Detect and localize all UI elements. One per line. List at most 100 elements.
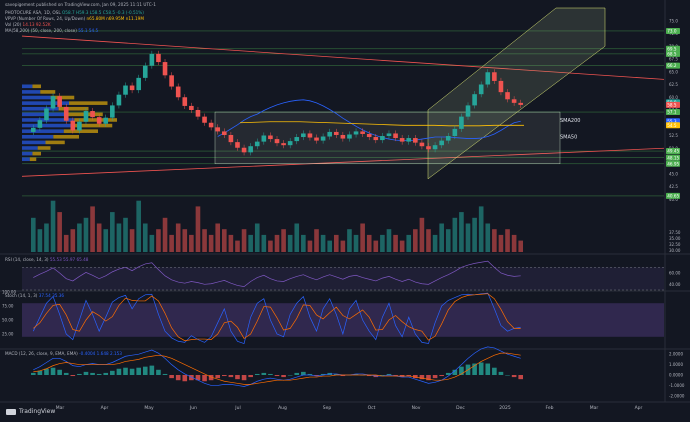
volume-bar (235, 240, 240, 252)
rsi-legend: RSI (14, close, 14, 3) 55.53 55.97 65.48 (5, 257, 88, 262)
macd-histogram-bar (202, 375, 207, 382)
macd-histogram-bar (241, 375, 247, 381)
candle-body (215, 127, 221, 132)
candle-body (314, 137, 319, 141)
candle-body (393, 133, 398, 139)
candle-body (485, 72, 491, 85)
volume-bar (518, 240, 524, 252)
volume-bar (472, 217, 477, 252)
volume-bar (498, 234, 504, 252)
macd-histogram-bar (149, 365, 155, 375)
macd-histogram-bar (235, 375, 240, 380)
candle-body (149, 53, 155, 66)
candle-body (426, 146, 431, 150)
candle-body (248, 146, 253, 153)
stoch-values: 37.54 35.36 (38, 293, 65, 298)
volume-bar (413, 229, 418, 252)
annotation-sma50: SMA50 (560, 135, 577, 141)
macd-histogram-bar (123, 367, 128, 375)
candle-body (366, 133, 372, 138)
candle-body (439, 140, 444, 146)
x-axis-label: May (144, 405, 154, 411)
volume-bar (426, 229, 431, 252)
candle-body (452, 128, 458, 137)
x-axis-label: 2025 (499, 405, 511, 411)
x-axis-label: Jul (234, 405, 240, 411)
macd-histogram-bar (301, 371, 306, 375)
price-tag-label: 46.95 (667, 161, 679, 166)
ma-legend: MA(58,200) (50, close, 200, close) 55.1 … (5, 28, 98, 33)
price-tag-label: 66.2 (667, 63, 677, 68)
symbol-legend: PHOTOCURE ASA, 1D, OSL O58.7 H59.3 L58.5… (5, 10, 144, 15)
annotation-sma200: SMA200 (560, 118, 580, 124)
x-axis-label: Mar (590, 405, 599, 411)
rsi-band (22, 267, 664, 290)
volume-bar (465, 223, 471, 252)
macd-tick-label: 0.0000 (669, 373, 683, 378)
vpvr-legend: VPVP (Number Of Rows, 24, Up/Down) n65.8… (5, 16, 144, 21)
rsi-name: RSI (14, close, 14, 3) (5, 257, 49, 262)
macd-tick-label: 1.0000 (669, 362, 683, 367)
macd-histogram-bar (281, 375, 286, 378)
candle-body (287, 141, 293, 146)
volume-bar (129, 229, 135, 252)
volume-bar (432, 234, 438, 252)
volume-bar (459, 212, 464, 252)
volume-bar (399, 240, 405, 252)
volume-bar (83, 217, 89, 252)
candle-body (50, 96, 56, 109)
volume-bar (96, 223, 102, 252)
candle-body (281, 143, 286, 146)
macd-values: -0.4004 1.648 2.153 (79, 351, 122, 356)
price-tick-label: 62.5 (669, 82, 678, 87)
macd-histogram-bar (156, 369, 161, 375)
price-tick-label: 45.0 (669, 171, 678, 176)
macd-histogram-bar (83, 371, 89, 375)
volume-bar (195, 206, 201, 252)
chart-canvas: SMA200SMA5040.042.545.047.550.052.555.05… (0, 0, 690, 411)
candle-body (380, 136, 385, 141)
macd-histogram-bar (182, 375, 188, 382)
volume-profile-bar (22, 151, 33, 156)
macd-histogram-bar (274, 375, 280, 377)
volume-bar (320, 234, 326, 252)
candle-body (360, 131, 365, 134)
candle-body (465, 105, 471, 117)
rsi-tick-label: 40.00 (669, 282, 681, 287)
stoch-name: Stoch (14, 1, 3) (5, 293, 38, 298)
macd-histogram-bar (110, 370, 115, 375)
candle-body (103, 117, 109, 124)
price-tag-label: 57.1 (667, 110, 677, 115)
candle-body (169, 75, 174, 87)
candle-body (96, 117, 102, 124)
volume-bar (366, 234, 372, 252)
macd-histogram-bar (50, 367, 56, 375)
volume-bar (30, 217, 36, 252)
vol-values: 14.13 92.52K (22, 22, 51, 27)
macd-histogram-bar (129, 368, 135, 375)
candle-body (77, 121, 82, 131)
consolidation-box (214, 111, 561, 165)
rsi-tick-label: 60.00 (669, 271, 681, 276)
macd-histogram-bar (215, 375, 221, 379)
volume-bar (492, 229, 497, 252)
volume-bar (386, 229, 392, 252)
candle-body (445, 136, 451, 141)
x-axis-label: Apr (635, 405, 643, 411)
candle-body (498, 80, 504, 93)
volume-bar (347, 229, 352, 252)
candle-body (189, 105, 194, 110)
candle-body (399, 138, 405, 142)
macd-histogram-bar (96, 373, 102, 375)
candle-body (478, 84, 484, 95)
x-axis-label: Oct (368, 405, 376, 411)
volume-tick-label: 30.00 (669, 248, 681, 253)
volume-profile-bar (22, 157, 30, 162)
volume-bar (136, 200, 141, 252)
volume-bar (222, 229, 227, 252)
candle-body (63, 106, 69, 121)
candle-body (195, 110, 201, 117)
price-tag-label: 48.15 (667, 155, 679, 160)
vpvr-values: n65.80M n69.95M n11.19M (86, 16, 144, 21)
volume-profile-bar (58, 106, 89, 111)
